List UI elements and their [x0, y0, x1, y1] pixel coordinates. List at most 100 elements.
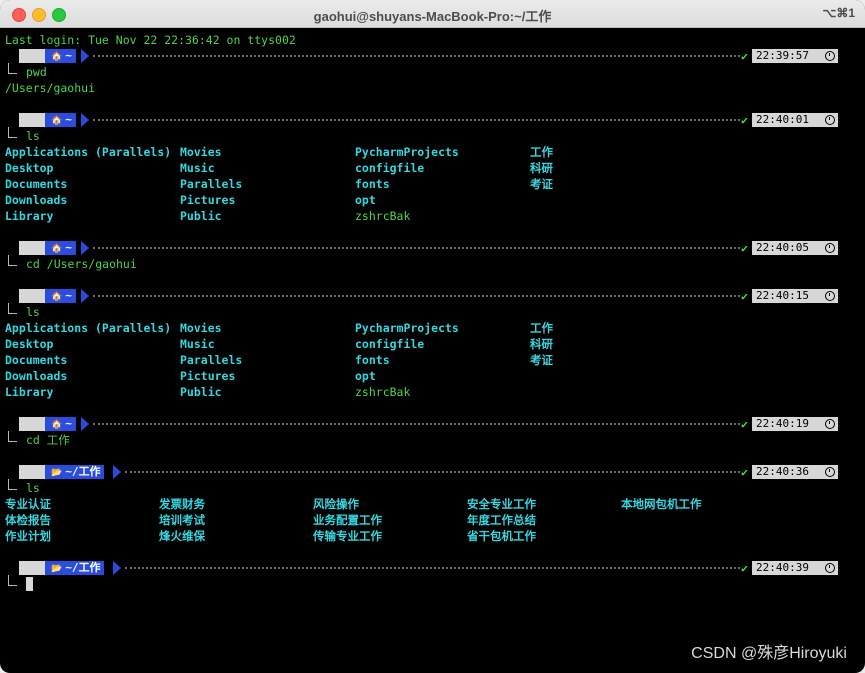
- ls-entry: fonts: [355, 177, 390, 191]
- prompt-directory: 🏠 ~: [45, 241, 76, 255]
- ls-entry: opt: [355, 369, 376, 383]
- prompt-directory-label: ~/工作: [65, 465, 101, 478]
- ls-entry: 专业认证: [5, 497, 51, 511]
- ls-entry: Parallels: [180, 177, 243, 191]
- prompt-directory-label: ~: [65, 113, 72, 126]
- window-title: gaohui@shuyans-MacBook-Pro:~/工作: [313, 9, 552, 24]
- prompt-corner: [8, 255, 17, 266]
- ls-entry: Documents: [5, 353, 68, 367]
- prompt-time-label: 22:40:01: [756, 113, 809, 126]
- prompt-corner: [8, 303, 17, 314]
- prompt-time: 22:40:19: [752, 417, 838, 431]
- clock-icon: [825, 563, 835, 573]
- success-check-icon: ✔: [741, 113, 748, 127]
- ls-entry: 发票财务: [159, 497, 205, 511]
- success-check-icon: ✔: [741, 289, 748, 303]
- window-shortcut: ⌥⌘1: [822, 6, 855, 20]
- command-text: ls: [26, 481, 40, 495]
- ls-entry: Movies: [180, 145, 222, 159]
- command-text: cd /Users/gaohui: [26, 257, 137, 271]
- prompt-separator: [125, 471, 740, 473]
- prompt-arrow: [81, 289, 89, 303]
- title-bar[interactable]: gaohui@shuyans-MacBook-Pro:~/工作 ⌥⌘1: [0, 0, 865, 28]
- prompt-time-label: 22:39:57: [756, 49, 809, 62]
- prompt-line: 🏠 ~ ✔ 22:40:15: [5, 288, 860, 304]
- prompt-separator: [125, 567, 740, 569]
- terminal-content[interactable]: Last login: Tue Nov 22 22:36:42 on ttys0…: [0, 28, 865, 673]
- ls-entry: Pictures: [180, 193, 236, 207]
- prompt-directory-label: ~: [65, 241, 72, 254]
- apple-icon: [19, 113, 45, 127]
- clock-icon: [825, 51, 835, 61]
- ls-entry: 体检报告: [5, 513, 51, 527]
- clock-icon: [825, 291, 835, 301]
- ls-entry: Downloads: [5, 193, 68, 207]
- prompt-directory: 📂 ~/工作: [45, 465, 105, 479]
- watermark: CSDN @殊彦Hiroyuki: [691, 645, 847, 662]
- prompt-directory-label: ~: [65, 289, 72, 302]
- clock-icon: [825, 243, 835, 253]
- prompt-time: 22:40:01: [752, 113, 838, 127]
- prompt-corner: [8, 575, 17, 586]
- ls-entry: Applications (Parallels): [5, 321, 172, 335]
- prompt-arrow: [81, 417, 89, 431]
- prompt-directory: 🏠 ~: [45, 113, 76, 127]
- ls-entry: 培训考试: [159, 513, 205, 527]
- prompt-line: 📂 ~/工作 ✔ 22:40:39: [5, 560, 860, 576]
- success-check-icon: ✔: [741, 49, 748, 63]
- apple-icon: [19, 49, 45, 63]
- prompt-line: 🏠 ~ ✔ 22:39:57: [5, 48, 860, 64]
- ls-entry: 作业计划: [5, 529, 51, 543]
- home-icon: 🏠: [51, 244, 63, 254]
- ls-entry: 科研: [530, 337, 553, 351]
- ls-entry: 业务配置工作: [313, 513, 382, 527]
- ls-entry: 风险操作: [313, 497, 359, 511]
- ls-entry: Library: [5, 385, 54, 399]
- apple-icon: [19, 241, 45, 255]
- home-icon: 🏠: [51, 292, 63, 302]
- prompt-arrow: [81, 49, 89, 63]
- prompt-time-label: 22:40:05: [756, 241, 809, 254]
- success-check-icon: ✔: [741, 417, 748, 431]
- command-text: ls: [26, 129, 40, 143]
- clock-icon: [825, 419, 835, 429]
- prompt-time-label: 22:40:15: [756, 289, 809, 302]
- prompt-separator: [93, 423, 740, 425]
- prompt-corner: [8, 63, 17, 74]
- ls-entry: Public: [180, 209, 222, 223]
- prompt-separator: [93, 119, 740, 121]
- command-text: cd 工作: [26, 433, 70, 447]
- prompt-directory: 🏠 ~: [45, 417, 76, 431]
- ls-entry: 工作: [530, 145, 553, 159]
- ls-entry: PycharmProjects: [355, 145, 459, 159]
- prompt-line: 🏠 ~ ✔ 22:40:01: [5, 112, 860, 128]
- ls-entry: Public: [180, 385, 222, 399]
- home-icon: 🏠: [51, 116, 63, 126]
- prompt-line: 🏠 ~ ✔ 22:40:05: [5, 240, 860, 256]
- prompt-corner: [8, 479, 17, 490]
- text-cursor[interactable]: [26, 577, 33, 591]
- prompt-arrow: [113, 465, 121, 479]
- success-check-icon: ✔: [741, 465, 748, 479]
- ls-entry: Applications (Parallels): [5, 145, 172, 159]
- prompt-corner: [8, 127, 17, 138]
- last-login-line: Last login: Tue Nov 22 22:36:42 on ttys0…: [5, 33, 296, 47]
- ls-entry: Documents: [5, 177, 68, 191]
- prompt-directory: 📂 ~/工作: [45, 561, 105, 575]
- success-check-icon: ✔: [741, 561, 748, 575]
- prompt-time: 22:40:39: [752, 561, 838, 575]
- apple-icon: [19, 465, 45, 479]
- ls-entry: Music: [180, 337, 215, 351]
- prompt-time: 22:40:36: [752, 465, 838, 479]
- ls-entry: 安全专业工作: [467, 497, 536, 511]
- prompt-time: 22:40:15: [752, 289, 838, 303]
- ls-entry: 考证: [530, 353, 553, 367]
- ls-entry: 本地网包机工作: [621, 497, 702, 511]
- prompt-time-label: 22:40:36: [756, 465, 809, 478]
- ls-entry: zshrcBak: [355, 385, 411, 399]
- success-check-icon: ✔: [741, 241, 748, 255]
- ls-entry: 烽火维保: [159, 529, 205, 543]
- prompt-directory: 🏠 ~: [45, 49, 76, 63]
- prompt-separator: [93, 55, 740, 57]
- prompt-directory: 🏠 ~: [45, 289, 76, 303]
